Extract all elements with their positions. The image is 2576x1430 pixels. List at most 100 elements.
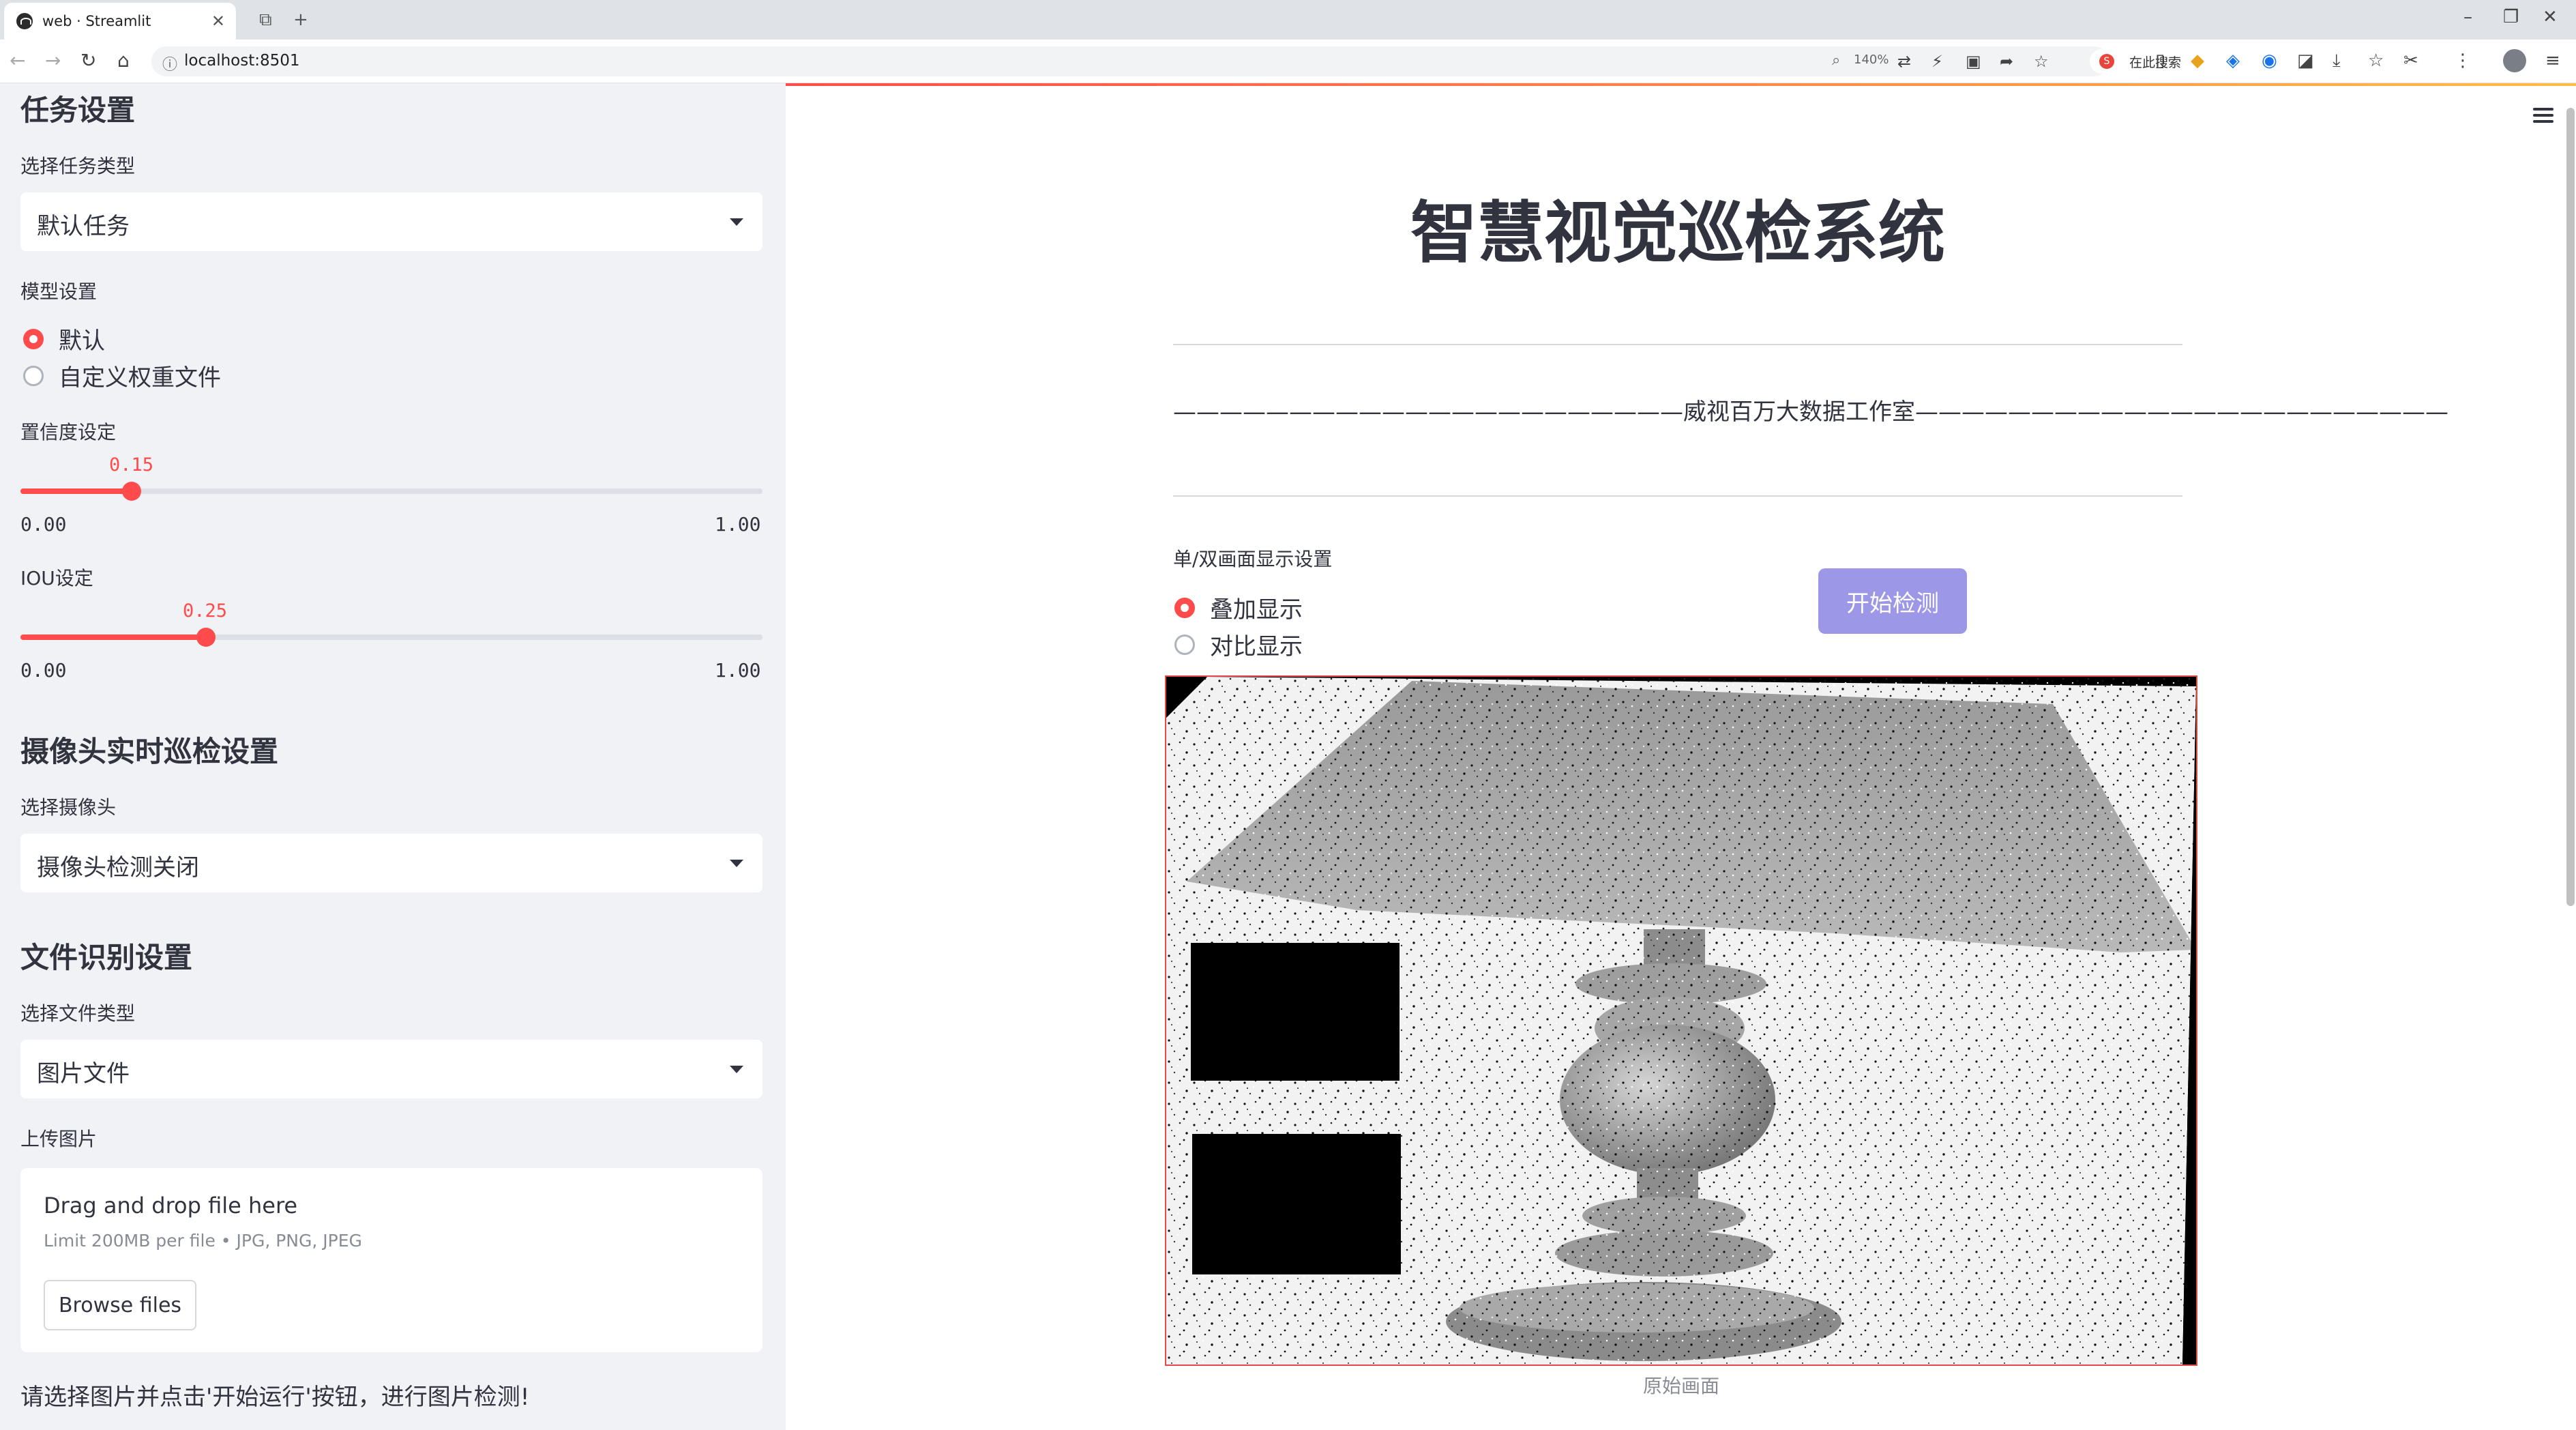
download-icon[interactable]: ⤓ bbox=[2333, 50, 2341, 72]
browser-tab[interactable]: web · Streamlit ✕ bbox=[4, 3, 236, 40]
file-dropzone[interactable]: Drag and drop file here Limit 200MB per … bbox=[20, 1168, 763, 1352]
iou-slider-thumb[interactable] bbox=[196, 628, 216, 647]
confidence-value: 0.15 bbox=[109, 454, 154, 476]
divider bbox=[1173, 495, 2182, 497]
camera-value: 摄像头检测关闭 bbox=[37, 854, 199, 881]
extension-3-icon[interactable]: ◉ bbox=[2262, 50, 2277, 71]
radio-unselected-icon bbox=[1174, 634, 1195, 655]
display-radio-compare[interactable]: 对比显示 bbox=[1174, 628, 1303, 661]
model-radio-custom[interactable]: 自定义权重文件 bbox=[23, 359, 221, 392]
display-option-label: 对比显示 bbox=[1210, 633, 1303, 660]
iou-max: 1.00 bbox=[715, 659, 761, 682]
confidence-max: 1.00 bbox=[715, 513, 761, 536]
header-decoration bbox=[786, 83, 2576, 86]
search-engine-icon: S bbox=[2099, 54, 2114, 69]
model-radio-default[interactable]: 默认 bbox=[23, 322, 105, 355]
new-tab-icon[interactable]: + bbox=[293, 10, 308, 30]
radio-selected-icon bbox=[1174, 597, 1195, 618]
file-type-select[interactable]: 图片文件 bbox=[20, 1040, 763, 1098]
file-type-value: 图片文件 bbox=[37, 1060, 130, 1088]
profile-avatar[interactable] bbox=[2503, 49, 2526, 72]
confidence-slider[interactable] bbox=[20, 482, 763, 501]
confidence-min: 0.00 bbox=[20, 513, 67, 536]
instruction-text: 请选择图片并点击'开始运行'按钮，进行图片检测! bbox=[20, 1384, 530, 1411]
confidence-slider-thumb[interactable] bbox=[122, 482, 142, 501]
restore-icon[interactable]: ❐ bbox=[2503, 7, 2519, 27]
camera-label: 选择摄像头 bbox=[20, 796, 117, 819]
browser-tab-bar: web · Streamlit ✕ ⧉ + – ❐ ✕ bbox=[0, 0, 2576, 40]
sidebar: 任务设置 选择任务类型 默认任务 模型设置 默认 自定义权重文件 置信度设定 0… bbox=[0, 83, 786, 1430]
camera-settings-heading: 摄像头实时巡检设置 bbox=[20, 735, 279, 768]
dropzone-limit: Limit 200MB per file • JPG, PNG, JPEG bbox=[44, 1231, 362, 1251]
detection-image bbox=[1165, 675, 2197, 1366]
close-tab-icon[interactable]: ✕ bbox=[211, 12, 225, 31]
extension-2-icon[interactable]: ◈ bbox=[2226, 50, 2240, 71]
file-settings-heading: 文件识别设置 bbox=[20, 941, 193, 974]
tab-title: web · Streamlit bbox=[42, 13, 151, 29]
browser-menu-icon[interactable]: ≡ bbox=[2545, 50, 2560, 71]
favorites-icon[interactable]: ☆ bbox=[2368, 50, 2384, 71]
iou-value: 0.25 bbox=[183, 600, 228, 622]
iou-min: 0.00 bbox=[20, 659, 67, 682]
model-settings-label: 模型设置 bbox=[20, 280, 98, 303]
minimize-icon[interactable]: – bbox=[2463, 7, 2472, 27]
url-text: localhost:8501 bbox=[184, 52, 300, 70]
image-caption: 原始画面 bbox=[1642, 1375, 1719, 1397]
model-option-label: 默认 bbox=[59, 327, 105, 355]
confidence-slider-fill bbox=[20, 488, 132, 494]
app-menu-icon[interactable] bbox=[2533, 108, 2553, 123]
task-type-label: 选择任务类型 bbox=[20, 155, 136, 177]
divider bbox=[1173, 344, 2182, 345]
extension-4-icon[interactable]: ◪ bbox=[2297, 50, 2314, 71]
chevron-down-icon bbox=[730, 860, 743, 867]
camera-select[interactable]: 摄像头检测关闭 bbox=[20, 834, 763, 892]
studio-line: ——————————————————————威视百万大数据工作室————————… bbox=[1173, 398, 2448, 426]
more-icon[interactable]: ⋮ bbox=[2454, 50, 2472, 71]
cut-icon[interactable]: ✂ bbox=[2403, 50, 2418, 71]
confidence-label: 置信度设定 bbox=[20, 421, 117, 443]
reload-icon[interactable]: ↻ bbox=[80, 49, 96, 72]
url-field[interactable]: ⓘ localhost:8501 ⌕ 140% ⇄ ⚡ ▣ ➦ ☆ S 在此搜索 bbox=[151, 46, 2288, 76]
task-settings-heading: 任务设置 bbox=[20, 93, 136, 127]
upload-label: 上传图片 bbox=[20, 1128, 98, 1150]
zoom-icon[interactable]: ⌕ bbox=[1832, 52, 1840, 69]
translate-icon[interactable]: ⇄ bbox=[1897, 52, 1911, 71]
mobile-icon[interactable]: ▯ bbox=[2155, 50, 2165, 71]
close-window-icon[interactable]: ✕ bbox=[2543, 7, 2558, 27]
radio-selected-icon bbox=[23, 328, 44, 349]
chevron-down-icon bbox=[730, 1066, 743, 1073]
search-engine-box[interactable]: S 在此搜索 bbox=[2090, 49, 2288, 74]
display-radio-overlay[interactable]: 叠加显示 bbox=[1174, 591, 1303, 624]
chevron-down-icon bbox=[730, 218, 743, 226]
streamlit-favicon-icon bbox=[16, 13, 33, 29]
display-option-label: 叠加显示 bbox=[1210, 596, 1303, 624]
iou-slider[interactable] bbox=[20, 628, 763, 647]
main-content: 智慧视觉巡检系统 ——————————————————————威视百万大数据工作… bbox=[786, 83, 2576, 1430]
file-type-label: 选择文件类型 bbox=[20, 1002, 136, 1025]
bookmark-star-icon[interactable]: ☆ bbox=[2034, 52, 2049, 71]
radio-unselected-icon bbox=[23, 365, 44, 386]
scrollbar[interactable] bbox=[2566, 108, 2575, 906]
screenshot-icon[interactable]: ▣ bbox=[1966, 52, 1981, 71]
start-detection-button[interactable]: 开始检测 bbox=[1818, 568, 1967, 634]
address-toolbar: ← → ↻ ⌂ ⓘ localhost:8501 ⌕ 140% ⇄ ⚡ ▣ ➦ … bbox=[0, 40, 2576, 83]
display-mode-label: 单/双画面显示设置 bbox=[1173, 548, 1333, 570]
page-title: 智慧视觉巡检系统 bbox=[1410, 194, 1945, 272]
dropzone-title: Drag and drop file here bbox=[44, 1193, 298, 1219]
flash-icon[interactable]: ⚡ bbox=[1931, 52, 1943, 71]
forward-icon[interactable]: → bbox=[45, 49, 61, 72]
lamp-image-icon bbox=[1166, 677, 2196, 1365]
extension-icon[interactable]: ◆ bbox=[2191, 50, 2204, 71]
zoom-level: 140% bbox=[1854, 53, 1889, 67]
iou-label: IOU设定 bbox=[20, 567, 93, 589]
back-icon[interactable]: ← bbox=[10, 49, 25, 72]
home-icon[interactable]: ⌂ bbox=[117, 49, 130, 72]
tab-groups-icon[interactable]: ⧉ bbox=[259, 10, 272, 31]
model-option-label: 自定义权重文件 bbox=[59, 364, 221, 392]
iou-slider-fill bbox=[20, 634, 206, 640]
task-type-select[interactable]: 默认任务 bbox=[20, 192, 763, 251]
task-type-value: 默认任务 bbox=[37, 213, 130, 240]
browse-files-button[interactable]: Browse files bbox=[44, 1280, 196, 1330]
site-info-icon[interactable]: ⓘ bbox=[162, 53, 177, 74]
share-icon[interactable]: ➦ bbox=[2000, 52, 2013, 71]
